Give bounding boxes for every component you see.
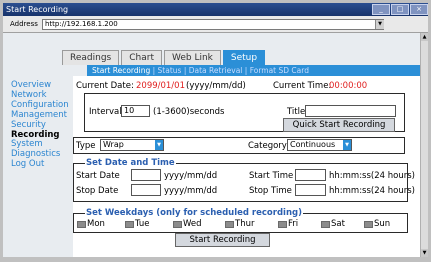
window-titlebar: Start Recording _ □ ×	[3, 3, 428, 16]
day-label-mon: Mon	[87, 219, 105, 229]
start-recording-button[interactable]: Start Recording	[175, 233, 270, 247]
address-bar: Address http://192.168.1.200 ▼	[3, 16, 428, 33]
category-label: Category	[248, 141, 287, 151]
category-select[interactable]: Continuous ▼	[287, 139, 352, 151]
tab-setup[interactable]: Setup	[222, 50, 266, 65]
interval-range-hint: (1-3600)seconds	[153, 107, 225, 117]
day-label-sat: Sat	[331, 219, 345, 229]
stop-time-hint: hh:mm:ss(24 hours)	[329, 186, 415, 196]
recording-panel: Current Date: 2099/01/01 (yyyy/mm/dd) Cu…	[73, 76, 420, 257]
chevron-down-icon[interactable]: ▼	[375, 20, 384, 29]
current-time-value: 00:00:00	[329, 81, 368, 91]
date-format-hint: (yyyy/mm/dd)	[186, 81, 246, 91]
stop-time-label: Stop Time	[249, 186, 292, 196]
day-label-tue: Tue	[135, 219, 150, 229]
checkbox-sat[interactable]	[321, 221, 330, 228]
address-label: Address	[10, 20, 38, 28]
stop-time-input[interactable]	[295, 184, 326, 196]
current-date-value: 2099/01/01	[136, 81, 185, 91]
checkbox-mon[interactable]	[77, 221, 86, 228]
subnav-data-retrieval[interactable]: Data Retrieval	[189, 66, 243, 75]
start-time-label: Start Time	[249, 171, 294, 181]
scroll-down-icon[interactable]: ▼	[421, 249, 428, 257]
day-label-thur: Thur	[235, 219, 255, 229]
subnav-separator: |	[244, 66, 248, 75]
quick-start-recording-button[interactable]: Quick Start Recording	[283, 118, 395, 132]
window-title: Start Recording	[6, 5, 69, 14]
tab-readings[interactable]: Readings	[62, 50, 120, 65]
stop-date-input[interactable]	[131, 184, 161, 196]
category-select-value: Continuous	[290, 140, 336, 149]
tab-web-link[interactable]: Web Link	[163, 50, 221, 65]
subnav-status[interactable]: Status	[158, 66, 182, 75]
type-label: Type	[76, 141, 96, 151]
start-time-input[interactable]	[295, 169, 326, 181]
current-date-label: Current Date:	[76, 81, 134, 91]
title-label: Title	[287, 107, 306, 117]
start-date-hint: yyyy/mm/dd	[164, 171, 218, 181]
minimize-icon[interactable]: _	[372, 4, 390, 15]
start-date-label: Start Date	[76, 171, 120, 181]
start-time-hint: hh:mm:ss(24 hours)	[329, 171, 415, 181]
stop-date-label: Stop Date	[76, 186, 119, 196]
chevron-down-icon[interactable]: ▼	[343, 140, 351, 150]
start-date-input[interactable]	[131, 169, 161, 181]
subnav-separator: |	[152, 66, 156, 75]
chevron-down-icon[interactable]: ▼	[155, 140, 163, 150]
stop-date-hint: yyyy/mm/dd	[164, 186, 218, 196]
sub-navigation: Start Recording | Status | Data Retrieva…	[87, 65, 420, 76]
weekdays-legend: Set Weekdays (only for scheduled recordi…	[85, 208, 303, 218]
tab-chart[interactable]: Chart	[121, 50, 162, 65]
day-label-fri: Fri	[288, 219, 299, 229]
checkbox-fri[interactable]	[278, 221, 287, 228]
main-tabs: Readings Chart Web Link Setup	[62, 50, 267, 65]
sidebar-item-log-out[interactable]: Log Out	[11, 159, 71, 170]
subnav-format-sd-card[interactable]: Format SD Card	[250, 66, 309, 75]
current-time-label: Current Time:	[273, 81, 332, 91]
title-input[interactable]	[305, 105, 396, 117]
maximize-icon[interactable]: □	[391, 4, 409, 15]
type-select-value: Wrap	[103, 140, 124, 149]
day-label-wed: Wed	[183, 219, 202, 229]
subnav-separator: |	[183, 66, 187, 75]
interval-label: Interval	[89, 107, 122, 117]
scroll-up-icon[interactable]: ▲	[421, 33, 428, 41]
address-input[interactable]: http://192.168.1.200	[42, 19, 384, 30]
day-label-sun: Sun	[374, 219, 391, 229]
date-time-fieldset	[73, 163, 408, 202]
checkbox-sun[interactable]	[364, 221, 373, 228]
date-time-legend: Set Date and Time	[85, 158, 176, 168]
checkbox-thur[interactable]	[225, 221, 234, 228]
type-select[interactable]: Wrap ▼	[100, 139, 164, 151]
interval-input[interactable]: 10	[121, 105, 150, 117]
vertical-scrollbar[interactable]: ▲ ▼	[420, 33, 428, 257]
close-icon[interactable]: ×	[410, 4, 428, 15]
subnav-start-recording[interactable]: Start Recording	[92, 66, 150, 75]
sidebar-menu: Overview Network Configuration Managemen…	[11, 80, 71, 170]
checkbox-tue[interactable]	[125, 221, 134, 228]
checkbox-wed[interactable]	[173, 221, 182, 228]
